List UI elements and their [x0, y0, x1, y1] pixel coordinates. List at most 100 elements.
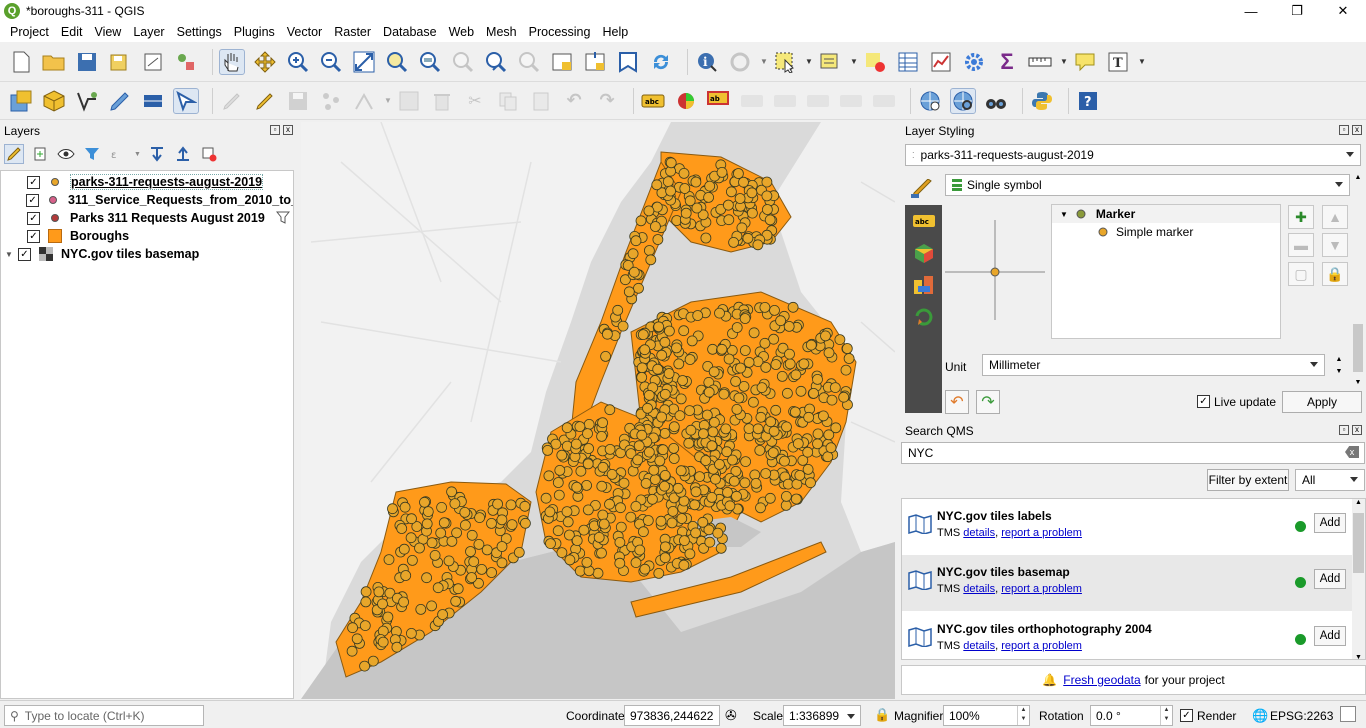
open-project-icon[interactable]	[41, 49, 67, 75]
menu-settings[interactable]: Settings	[171, 25, 228, 39]
modify-attributes-icon[interactable]	[396, 88, 422, 114]
cut-features-icon[interactable]: ✂	[462, 88, 488, 114]
maximize-button[interactable]: ❐	[1274, 0, 1320, 22]
duplicate-layer-button[interactable]: ▢	[1288, 262, 1314, 286]
renderer-combo[interactable]: Single symbol	[945, 174, 1350, 196]
diagram-tool-icon[interactable]	[673, 88, 699, 114]
map-tips-icon[interactable]	[1072, 49, 1098, 75]
menu-plugins[interactable]: Plugins	[228, 25, 281, 39]
layer-visibility-checkbox[interactable]: ✓	[26, 193, 39, 207]
collapse-arrow-icon[interactable]: ▼	[1060, 210, 1068, 219]
qms-result-item[interactable]: NYC.gov tiles labels TMS details, report…	[902, 499, 1352, 555]
add-service-button[interactable]: Add	[1314, 569, 1346, 589]
menu-help[interactable]: Help	[596, 25, 634, 39]
rotation-spinbox[interactable]: 0.0 ° ▲ ▼	[1090, 705, 1173, 726]
toggle-editing-icon[interactable]	[173, 87, 199, 114]
save-as-icon[interactable]	[107, 49, 133, 75]
move-up-button[interactable]: ▲	[1322, 205, 1348, 229]
deselect-features-icon[interactable]	[862, 49, 888, 75]
messages-icon[interactable]	[1340, 706, 1356, 722]
new-geopackage-icon[interactable]	[41, 88, 67, 114]
copy-features-icon[interactable]	[495, 88, 521, 114]
redo-style-button[interactable]: ↷	[976, 390, 1000, 414]
labels-tab-icon[interactable]: abc	[905, 205, 942, 237]
map-canvas[interactable]	[301, 122, 895, 699]
filter-by-expression-icon[interactable]: ε	[108, 144, 128, 164]
crs-globe-icon[interactable]: 🌐	[1252, 708, 1268, 724]
refresh-icon[interactable]	[648, 49, 674, 75]
new-shapefile-icon[interactable]	[74, 88, 100, 114]
live-update-checkbox[interactable]: ✓	[1197, 395, 1210, 408]
move-label-icon[interactable]	[805, 88, 831, 114]
close-panel-icon[interactable]: x	[283, 125, 293, 135]
fresh-geodata-link[interactable]: Fresh geodata	[1063, 673, 1140, 687]
layer-visibility-checkbox[interactable]: ✓	[27, 175, 40, 189]
details-link[interactable]: details	[963, 640, 995, 652]
select-by-value-icon[interactable]	[817, 49, 843, 75]
report-problem-link[interactable]: report a problem	[1001, 640, 1082, 652]
details-link[interactable]: details	[963, 527, 995, 539]
menu-mesh[interactable]: Mesh	[480, 25, 523, 39]
report-problem-link[interactable]: report a problem	[1001, 527, 1082, 539]
add-service-button[interactable]: Add	[1314, 626, 1346, 646]
remove-layer-icon[interactable]	[199, 144, 219, 164]
spin-arrows-icon[interactable]: ▲ ▼	[1160, 706, 1172, 725]
close-button[interactable]: ✕	[1320, 0, 1366, 22]
help-icon[interactable]: ?	[1075, 88, 1101, 114]
vertex-tool-icon[interactable]	[351, 88, 377, 114]
menu-processing[interactable]: Processing	[523, 25, 597, 39]
locator-search-input[interactable]: ⚲ Type to locate (Ctrl+K)	[4, 705, 204, 726]
menu-web[interactable]: Web	[443, 25, 480, 39]
layer-visibility-checkbox[interactable]: ✓	[18, 247, 31, 261]
menu-edit[interactable]: Edit	[55, 25, 89, 39]
attribute-table-icon[interactable]	[895, 49, 921, 75]
render-checkbox[interactable]: ✓	[1180, 709, 1193, 722]
magnifier-spinbox[interactable]: 100% ▲ ▼	[943, 705, 1030, 726]
crs-label[interactable]: EPSG:2263	[1270, 709, 1333, 723]
layer-item[interactable]: ✓ Parks 311 Requests August 2019	[1, 209, 293, 227]
zoom-next-icon[interactable]	[516, 49, 542, 75]
details-link[interactable]: details	[963, 583, 995, 595]
pin-labels-icon[interactable]: ab	[706, 88, 732, 114]
qms-result-item[interactable]: NYC.gov tiles orthophotography 2004 TMS …	[902, 612, 1352, 659]
filter-icon[interactable]	[275, 211, 291, 228]
history-tab-icon[interactable]	[905, 301, 942, 333]
layer-select-combo[interactable]: ⁚ parks-311-requests-august-2019	[905, 144, 1361, 166]
zoom-last-icon[interactable]	[483, 49, 509, 75]
menu-project[interactable]: Project	[4, 25, 55, 39]
save-project-icon[interactable]	[74, 49, 100, 75]
layer-visibility-checkbox[interactable]: ✓	[27, 229, 40, 243]
pan-to-selection-icon[interactable]	[252, 49, 278, 75]
lock-layer-button[interactable]: 🔒	[1322, 262, 1348, 286]
menu-raster[interactable]: Raster	[328, 25, 377, 39]
add-service-button[interactable]: Add	[1314, 513, 1346, 533]
rotate-label-icon[interactable]	[838, 88, 864, 114]
expand-arrow-icon[interactable]: ▼	[3, 250, 15, 259]
symbol-tree-child[interactable]: Simple marker	[1052, 223, 1280, 241]
close-panel-icon[interactable]: x	[1352, 125, 1362, 135]
toggle-extents-icon[interactable]: ✇	[725, 707, 737, 724]
zoom-full-icon[interactable]	[351, 49, 377, 75]
highlight-labels-icon[interactable]	[739, 88, 765, 114]
3d-view-tab-icon[interactable]	[905, 237, 942, 269]
coordinate-field[interactable]: 973836,244622	[624, 705, 720, 726]
show-hide-labels-icon[interactable]	[772, 88, 798, 114]
new-virtual-layer-icon[interactable]	[140, 88, 166, 114]
zoom-out-icon[interactable]	[318, 49, 344, 75]
select-features-icon[interactable]	[772, 49, 798, 75]
save-edits-icon[interactable]	[285, 88, 311, 114]
pan-hand-icon[interactable]	[219, 48, 245, 75]
layer-item[interactable]: ✓ parks-311-requests-august-2019	[1, 173, 293, 191]
float-panel-icon[interactable]: ▫	[270, 125, 280, 135]
current-edits-icon[interactable]	[219, 88, 245, 114]
delete-selected-icon[interactable]	[429, 88, 455, 114]
undo-style-button[interactable]: ↶	[945, 390, 969, 414]
label-tool-icon[interactable]: abc	[640, 88, 666, 114]
layer-item[interactable]: ✓ Boroughs	[1, 227, 293, 245]
statistics-icon[interactable]	[928, 49, 954, 75]
float-panel-icon[interactable]: ▫	[1339, 425, 1349, 435]
add-symbol-layer-button[interactable]: ✚	[1288, 205, 1314, 229]
menu-database[interactable]: Database	[377, 25, 443, 39]
clear-search-icon[interactable]: x	[1345, 446, 1359, 458]
collapse-all-icon[interactable]	[173, 144, 193, 164]
